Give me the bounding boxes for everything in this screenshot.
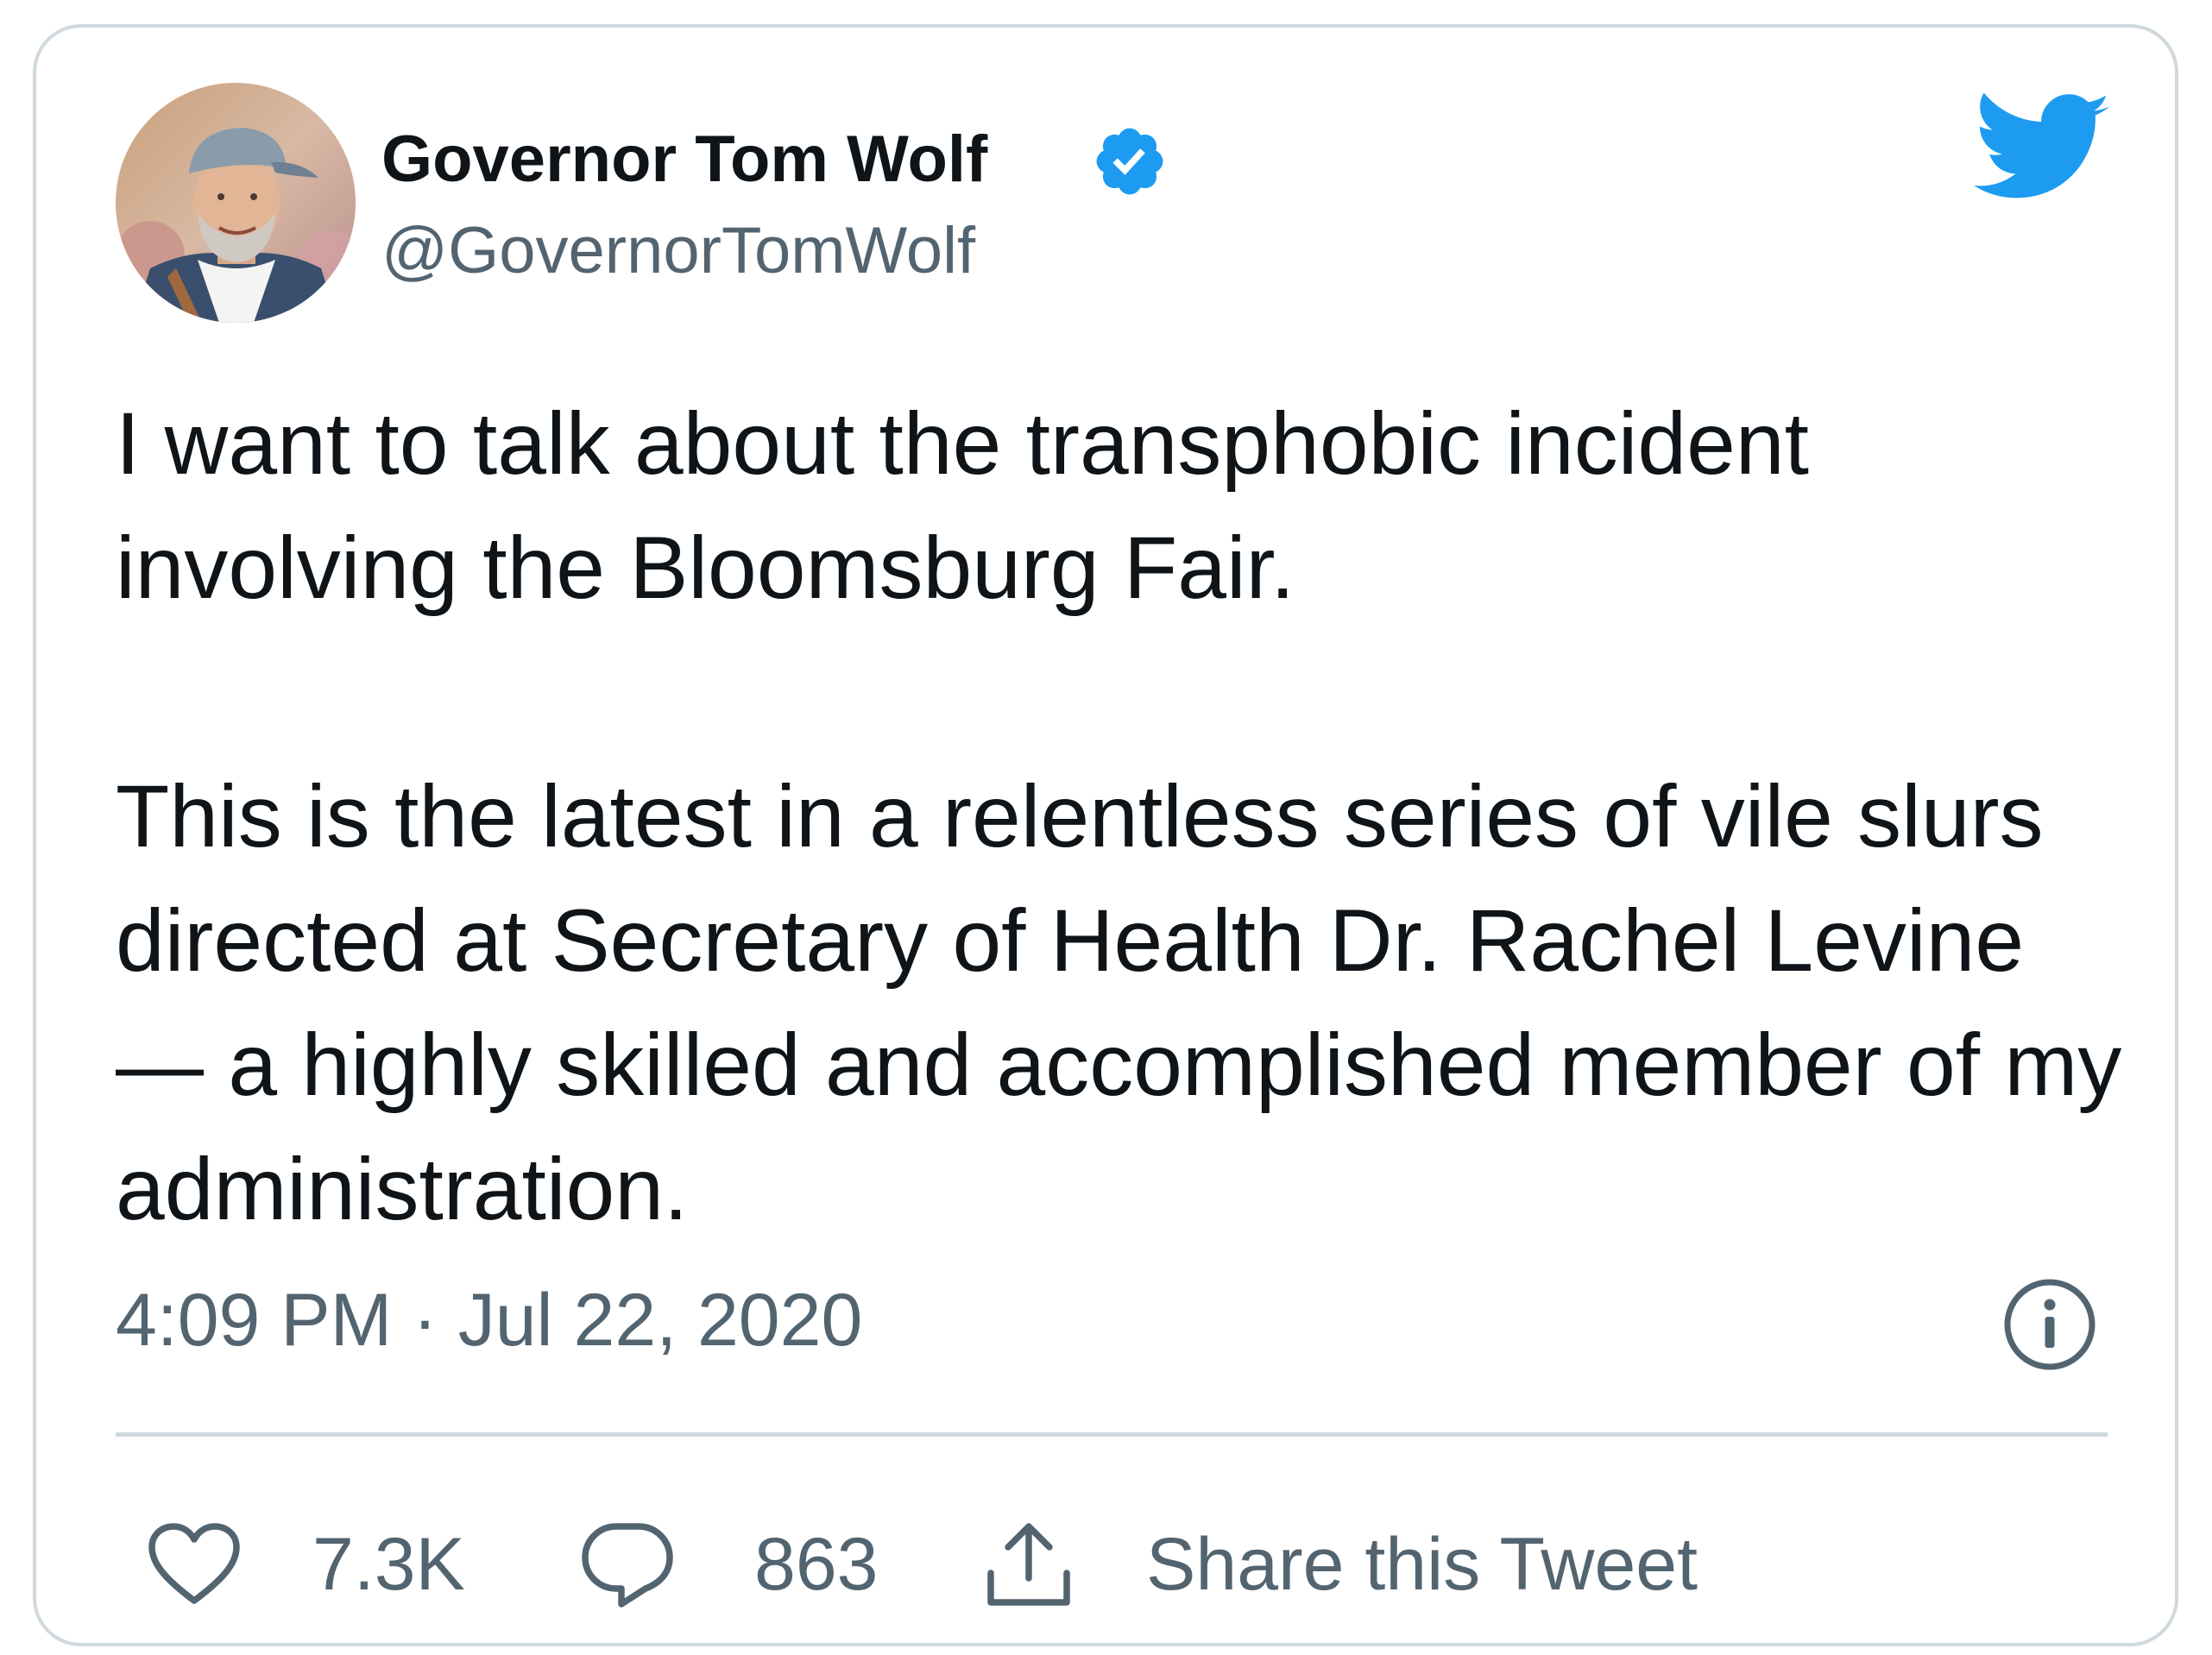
share-label: Share this Tweet: [1146, 1523, 1698, 1606]
author-handle[interactable]: @GovernorTomWolf: [381, 212, 975, 290]
tweet-text: I want to talk about the transphobic inc…: [116, 394, 2122, 1238]
share-button[interactable]: Share this Tweet: [984, 1500, 1698, 1629]
reply-count: 863: [754, 1523, 879, 1606]
info-icon[interactable]: [2002, 1277, 2097, 1372]
author-display-name[interactable]: Governor Tom Wolf: [381, 121, 987, 198]
tweet-timestamp[interactable]: 4:09 PM · Jul 22, 2020: [116, 1277, 862, 1363]
author-avatar[interactable]: [116, 83, 356, 323]
like-button[interactable]: 7.3K: [147, 1500, 465, 1629]
profile-photo-avatar: [116, 83, 356, 323]
like-count: 7.3K: [312, 1523, 465, 1606]
divider: [116, 1432, 2108, 1437]
verified-badge-icon: [1091, 123, 1169, 200]
reply-button[interactable]: 863: [580, 1500, 879, 1629]
tweet-card[interactable]: Governor Tom Wolf @GovernorTomWolf I wan…: [33, 24, 2178, 1646]
share-upload-icon: [987, 1523, 1070, 1606]
twitter-bird-icon[interactable]: [1974, 92, 2112, 205]
heart-icon: [148, 1523, 240, 1604]
comment-bubble-icon: [582, 1523, 673, 1608]
